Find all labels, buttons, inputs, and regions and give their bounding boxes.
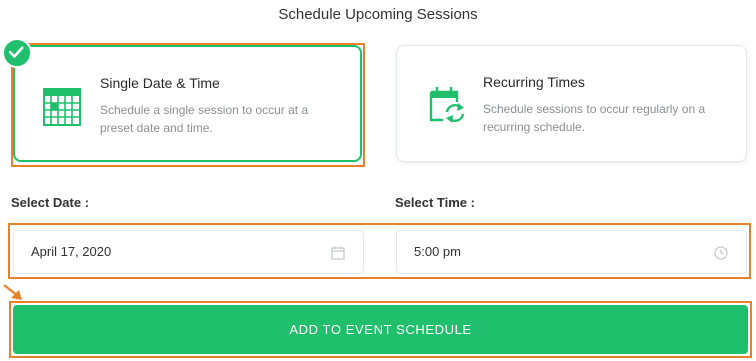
- option-title: Single Date & Time: [100, 75, 220, 91]
- add-to-schedule-button[interactable]: ADD TO EVENT SCHEDULE: [13, 305, 748, 354]
- page-title: Schedule Upcoming Sessions: [278, 6, 478, 23]
- calendar-icon: [43, 88, 81, 126]
- time-value: 5:00 pm: [414, 244, 461, 259]
- schedule-panel: Schedule Upcoming Sessions Single Date &…: [0, 0, 756, 361]
- calendar-icon: [331, 246, 345, 260]
- clock-icon: [714, 246, 728, 260]
- option-recurring-times[interactable]: Recurring Times Schedule sessions to occ…: [396, 45, 747, 162]
- selected-check-icon: [2, 38, 32, 68]
- time-label: Select Time :: [395, 195, 475, 210]
- option-title: Recurring Times: [483, 74, 585, 90]
- option-description: Schedule a single session to occur at a …: [100, 103, 309, 135]
- date-input[interactable]: April 17, 2020: [13, 230, 364, 274]
- recurring-calendar-icon: [429, 87, 465, 123]
- option-single-date[interactable]: Single Date & Time Schedule a single ses…: [13, 45, 362, 162]
- date-label: Select Date :: [11, 195, 90, 210]
- option-description: Schedule sessions to occur regularly on …: [483, 102, 706, 134]
- arrow-icon: [3, 284, 22, 300]
- date-value: April 17, 2020: [31, 244, 112, 259]
- time-input[interactable]: 5:00 pm: [396, 230, 747, 274]
